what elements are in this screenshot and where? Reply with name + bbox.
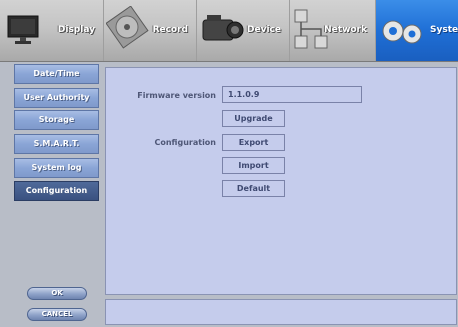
- sidebar-item-label: S.M.A.R.T.: [33, 139, 80, 148]
- ok-button[interactable]: OK: [27, 287, 87, 300]
- sidebar-item-label: Configuration: [25, 186, 88, 195]
- sidebar-item-label: User Authority: [23, 93, 90, 102]
- system-settings-window: Display Record Device Network Syste Date…: [0, 0, 458, 327]
- top-tab-bar: Display Record Device Network Syste: [0, 0, 458, 62]
- sidebar-item-storage[interactable]: Storage: [14, 110, 99, 130]
- sidebar-item-smart[interactable]: S.M.A.R.T.: [14, 134, 99, 154]
- sidebar-item-date-time[interactable]: Date/Time: [14, 64, 99, 84]
- tab-display[interactable]: Display: [0, 0, 104, 61]
- tab-record[interactable]: Record: [104, 0, 197, 61]
- sidebar-item-system-log[interactable]: System log: [14, 158, 99, 178]
- sidebar-item-label: Storage: [38, 115, 75, 124]
- export-button[interactable]: Export: [222, 134, 285, 151]
- status-bar: [105, 299, 457, 325]
- record-disc-icon: [105, 5, 150, 54]
- default-button[interactable]: Default: [222, 180, 285, 197]
- cancel-button[interactable]: CANCEL: [27, 308, 87, 321]
- firmware-version-field: 1.1.0.9: [222, 86, 362, 103]
- tab-device-label: Device: [247, 25, 281, 35]
- sidebar-item-configuration[interactable]: Configuration: [14, 181, 99, 201]
- tab-network-label: Network: [324, 25, 367, 35]
- monitor-icon: [6, 12, 42, 52]
- tab-device[interactable]: Device: [197, 0, 290, 61]
- tab-display-label: Display: [57, 25, 95, 35]
- gears-icon: [380, 14, 424, 52]
- tab-network[interactable]: Network: [290, 0, 376, 61]
- sidebar: Date/Time User Authority Storage S.M.A.R…: [10, 62, 99, 327]
- tab-system-label: System: [430, 25, 458, 35]
- sidebar-item-label: System log: [31, 163, 82, 172]
- configuration-label: Configuration: [154, 138, 216, 147]
- firmware-version-label: Firmware version: [137, 91, 216, 100]
- tab-record-label: Record: [152, 25, 188, 35]
- upgrade-button[interactable]: Upgrade: [222, 110, 285, 127]
- tab-system[interactable]: System: [376, 0, 458, 61]
- sidebar-item-label: Date/Time: [33, 69, 80, 78]
- import-button[interactable]: Import: [222, 157, 285, 174]
- sidebar-item-user-authority[interactable]: User Authority: [14, 88, 99, 108]
- camera-icon: [199, 8, 245, 56]
